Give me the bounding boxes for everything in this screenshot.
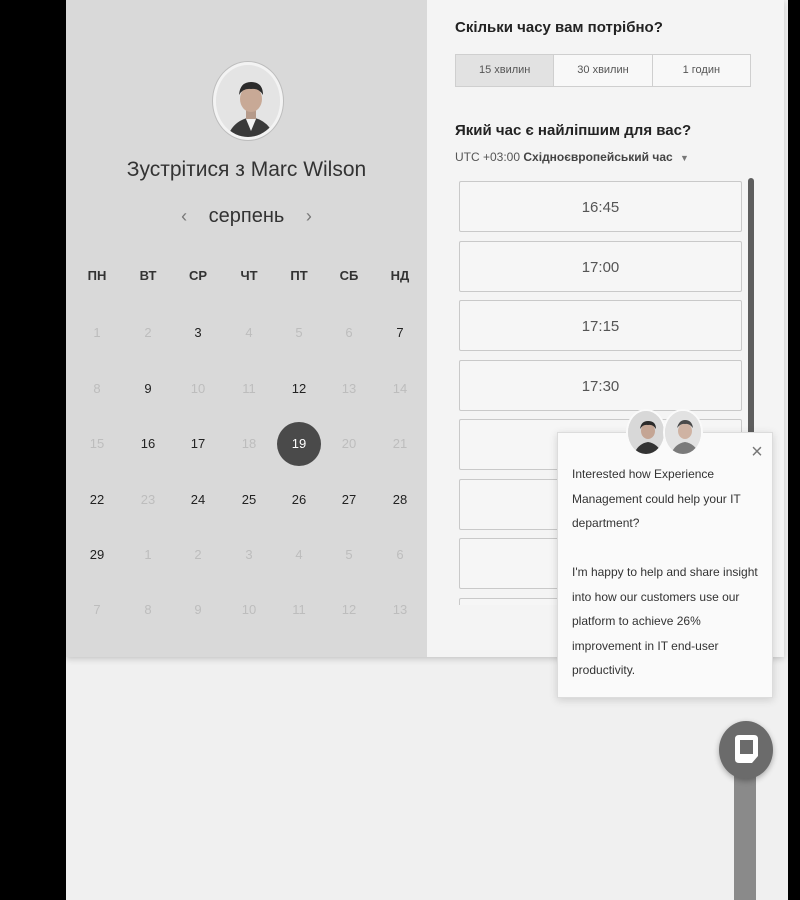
chevron-left-icon[interactable]: ‹	[171, 206, 197, 227]
weekday-label: СБ	[339, 268, 359, 283]
calendar-day[interactable]: 25	[227, 478, 271, 522]
calendar-day: 20	[341, 436, 357, 451]
chat-launcher-button[interactable]	[719, 721, 773, 779]
time-slot[interactable]: 16:45	[459, 181, 742, 232]
calendar-day: 18	[241, 436, 257, 451]
calendar-day: 13	[341, 381, 357, 396]
calendar-day: 7	[93, 602, 101, 617]
calendar-day: 15	[89, 436, 105, 451]
calendar-day: 9	[194, 602, 202, 617]
weekday-label: СР	[188, 268, 208, 283]
slot-list-scrollbar[interactable]	[748, 178, 754, 440]
calendar-day: 5	[295, 325, 303, 340]
calendar-day: 11	[292, 602, 306, 617]
calendar-day: 23	[140, 492, 156, 507]
chat-popup: Interested how Experience Management cou…	[557, 432, 773, 698]
calendar-day[interactable]: 7	[378, 311, 422, 355]
calendar-day[interactable]: 9	[126, 367, 170, 411]
duration-option-30[interactable]: 30 хвилин	[554, 55, 653, 86]
host-avatar	[213, 62, 283, 140]
calendar-day: 6	[396, 547, 404, 562]
calendar-day: 6	[345, 325, 353, 340]
calendar-day[interactable]: 17	[176, 422, 220, 466]
timezone-offset: UTC +03:00	[455, 150, 521, 164]
time-question: Який час є найліпшим для вас?	[455, 122, 692, 139]
calendar-day[interactable]: 22	[75, 478, 119, 522]
calendar-day[interactable]: 26	[277, 478, 321, 522]
chat-bubble-icon	[735, 735, 758, 763]
close-icon[interactable]: ×	[748, 441, 766, 463]
calendar-day[interactable]: 24	[176, 478, 220, 522]
calendar-day[interactable]: 29	[75, 533, 119, 577]
calendar-day: 3	[245, 547, 253, 562]
weekday-label: ПН	[87, 268, 107, 283]
chat-message-2: I'm happy to help and share insight into…	[572, 565, 758, 677]
calendar-day: 12	[341, 602, 357, 617]
agent-avatar-1	[626, 409, 666, 456]
caret-down-icon: ▼	[680, 153, 689, 163]
time-slot[interactable]: 17:15	[459, 300, 742, 351]
duration-option-15[interactable]: 15 хвилин	[456, 55, 555, 86]
duration-option-60[interactable]: 1 годин	[653, 55, 750, 86]
calendar-day: 13	[392, 602, 408, 617]
weekday-label: НД	[390, 268, 410, 283]
calendar-day: 21	[392, 436, 408, 451]
weekday-label: ЧТ	[240, 268, 258, 283]
weekday-label: ВТ	[139, 268, 157, 283]
timezone-selector[interactable]: UTC +03:00 Східноєвропейський час ▼	[455, 150, 689, 164]
calendar-day: 8	[144, 602, 152, 617]
calendar-day[interactable]: 3	[176, 311, 220, 355]
calendar-day: 1	[93, 325, 101, 340]
month-navigation: ‹ серпень ›	[66, 205, 427, 228]
chevron-right-icon[interactable]: ›	[296, 206, 322, 227]
agent-avatar-2	[663, 409, 703, 456]
duration-selector: 15 хвилин 30 хвилин 1 годин	[455, 54, 751, 87]
chat-message-1: Interested how Experience Management cou…	[572, 467, 741, 530]
calendar-day[interactable]: 27	[327, 478, 371, 522]
calendar-day: 5	[345, 547, 353, 562]
calendar-day: 10	[190, 381, 206, 396]
meeting-title: Зустрітися з Marc Wilson	[126, 158, 367, 181]
weekday-label: ПТ	[290, 268, 308, 283]
calendar-day[interactable]: 12	[277, 367, 321, 411]
timezone-name: Східноєвропейський час	[523, 150, 673, 164]
time-slot[interactable]: 17:30	[459, 360, 742, 411]
calendar-day: 2	[144, 325, 152, 340]
calendar-day[interactable]: 28	[378, 478, 422, 522]
calendar-day: 11	[242, 381, 256, 396]
calendar-day: 4	[245, 325, 253, 340]
calendar-day: 8	[93, 381, 101, 396]
calendar-day-selected[interactable]: 19	[277, 422, 321, 466]
calendar-day: 14	[392, 381, 408, 396]
calendar-day: 1	[144, 547, 152, 562]
duration-question: Скільки часу вам потрібно?	[455, 19, 663, 36]
calendar-day: 4	[295, 547, 303, 562]
current-month: серпень	[208, 205, 285, 227]
calendar-day: 10	[241, 602, 257, 617]
time-slot[interactable]: 17:00	[459, 241, 742, 292]
calendar-day[interactable]: 16	[126, 422, 170, 466]
calendar-day: 2	[194, 547, 202, 562]
chat-launcher-track	[734, 770, 756, 900]
